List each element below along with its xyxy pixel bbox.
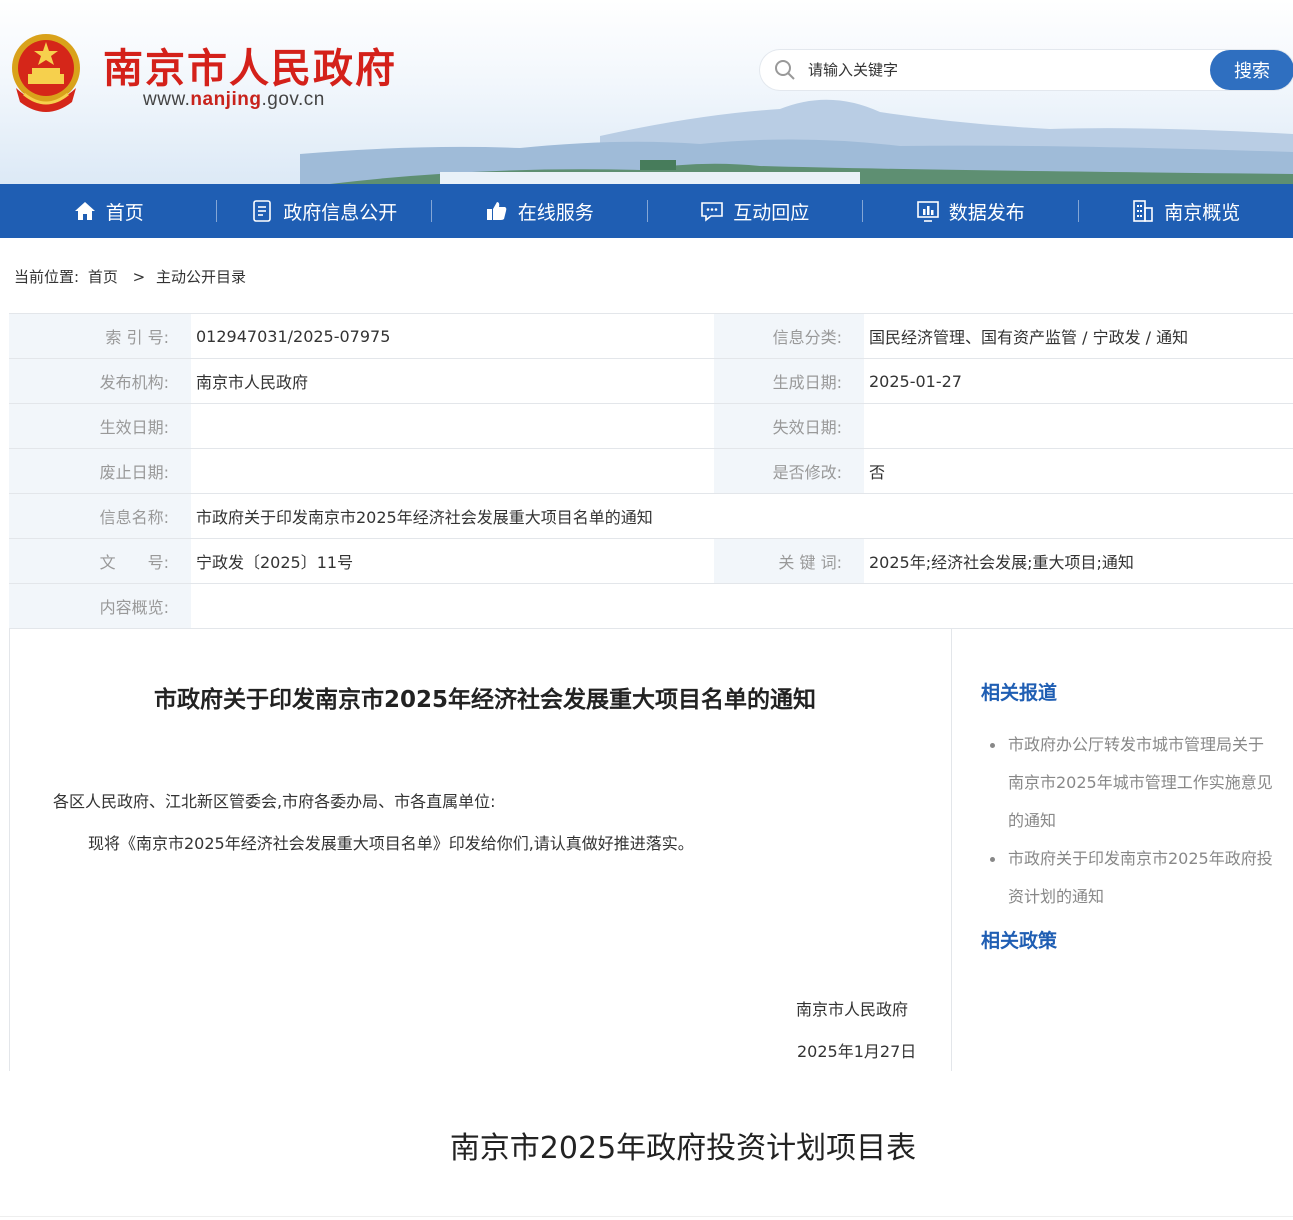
publisher-value: 南京市人民政府 [191,358,714,404]
related-policies-title: 相关政策 [981,930,1058,952]
breadcrumb-home-link[interactable]: 首页 [88,268,118,286]
summary-value [191,583,1293,629]
url-suffix: .gov.cn [261,89,325,110]
info-name-label: 信息名称: [9,493,191,539]
chart-icon [916,201,939,222]
created-date-value: 2025-01-27 [864,358,1293,404]
breadcrumb: 当前位置: 首页 > 主动公开目录 [14,266,250,287]
national-emblem-icon [12,34,80,112]
related-reports-title: 相关报道 [981,682,1058,704]
table-row: 生效日期: 失效日期: [9,403,1293,449]
nav-item-label: 南京概览 [1164,201,1241,224]
index-no-label: 索 引 号: [9,313,191,359]
related-reports-list: 市政府办公厅转发市城市管理局关于南京市2025年城市管理工作实施意见的通知 市政… [988,726,1278,916]
url-prefix: www. [143,89,191,110]
search-button[interactable]: 搜索 [1210,50,1293,90]
document-icon [253,200,272,222]
category-value: 国民经济管理、国有资产监管 / 宁政发 / 通知 [864,313,1293,359]
modified-label: 是否修改: [714,448,864,494]
nav-item-label: 在线服务 [517,201,594,224]
breadcrumb-prefix: 当前位置: [14,268,80,286]
publisher-label: 发布机构: [9,358,191,404]
category-label: 信息分类: [714,313,864,359]
expiry-date-label: 失效日期: [714,403,864,449]
index-no-value: 012947031/2025-07975 [191,313,714,359]
table-row: 内容概览: [9,583,1293,629]
site-title: 南京市人民政府 [103,46,397,92]
table-row: 废止日期: 是否修改: 否 [9,448,1293,494]
table-row: 信息名称: 市政府关于印发南京市2025年经济社会发展重大项目名单的通知 [9,493,1293,539]
table-row: 索 引 号: 012947031/2025-07975 信息分类: 国民经济管理… [9,313,1293,359]
search-box: 搜索 [760,50,1293,90]
nav-item-label: 互动回应 [733,201,810,224]
repealed-date-label: 废止日期: [9,448,191,494]
effective-date-label: 生效日期: [9,403,191,449]
document-info-table: 索 引 号: 012947031/2025-07975 信息分类: 国民经济管理… [9,313,1293,629]
search-input[interactable] [808,58,1198,82]
nav-item-gov-info[interactable]: 政府信息公开 [215,184,432,238]
chat-icon [701,202,724,222]
article-body: 现将《南京市2025年经济社会发展重大项目名单》印发给你们,请认真做好推进落实。 [88,834,694,853]
nav-item-online-service[interactable]: 在线服务 [431,184,647,238]
keywords-label: 关 键 词: [714,538,864,584]
summary-label: 内容概览: [9,583,191,629]
breadcrumb-current[interactable]: 主动公开目录 [156,268,246,286]
created-date-label: 生成日期: [714,358,864,404]
article-title: 市政府关于印发南京市2025年经济社会发展重大项目名单的通知 [153,687,816,713]
divider [0,1216,1293,1217]
main-nav: 首页 政府信息公开 在线服务 互动回应 数据发布 南京概览 [0,184,1293,238]
article-signer: 南京市人民政府 [796,1000,909,1019]
nav-item-label: 数据发布 [948,201,1025,224]
table-row: 文 号: 宁政发〔2025〕11号 关 键 词: 2025年;经济社会发展;重大… [9,538,1293,584]
search-icon [775,60,795,80]
nav-item-home[interactable]: 首页 [0,184,216,238]
url-domain: nanjing [190,89,262,110]
info-name-value: 市政府关于印发南京市2025年经济社会发展重大项目名单的通知 [191,493,1293,539]
doc-no-label: 文 号: [9,538,191,584]
breadcrumb-separator: > [132,268,146,286]
nav-item-nanjing-overview[interactable]: 南京概览 [1077,184,1293,238]
nav-item-label: 首页 [105,201,144,224]
building-icon [1133,200,1154,222]
home-icon [74,202,95,220]
doc-no-value: 宁政发〔2025〕11号 [191,538,714,584]
image-caption: 南京市2025年政府投资计划项目表 [449,1131,917,1166]
effective-date-value [191,403,714,449]
article-salutation: 各区人民政府、江北新区管委会,市府各委办局、市各直属单位: [53,792,496,811]
repealed-date-value [191,448,714,494]
nav-item-data-release[interactable]: 数据发布 [862,184,1078,238]
nav-item-interaction[interactable]: 互动回应 [646,184,863,238]
table-row: 发布机构: 南京市人民政府 生成日期: 2025-01-27 [9,358,1293,404]
related-report-link[interactable]: 市政府关于印发南京市2025年政府投资计划的通知 [988,840,1278,916]
header-banner: 南京市人民政府 www.nanjing.gov.cn 搜索 [0,0,1293,184]
article-date: 2025年1月27日 [797,1042,917,1061]
expiry-date-value [864,403,1293,449]
modified-value: 否 [864,448,1293,494]
related-report-link[interactable]: 市政府办公厅转发市城市管理局关于南京市2025年城市管理工作实施意见的通知 [988,726,1278,840]
thumbs-up-icon [486,202,507,220]
site-url[interactable]: www.nanjing.gov.cn [143,89,325,111]
keywords-value: 2025年;经济社会发展;重大项目;通知 [864,538,1293,584]
nav-item-label: 政府信息公开 [283,201,398,224]
